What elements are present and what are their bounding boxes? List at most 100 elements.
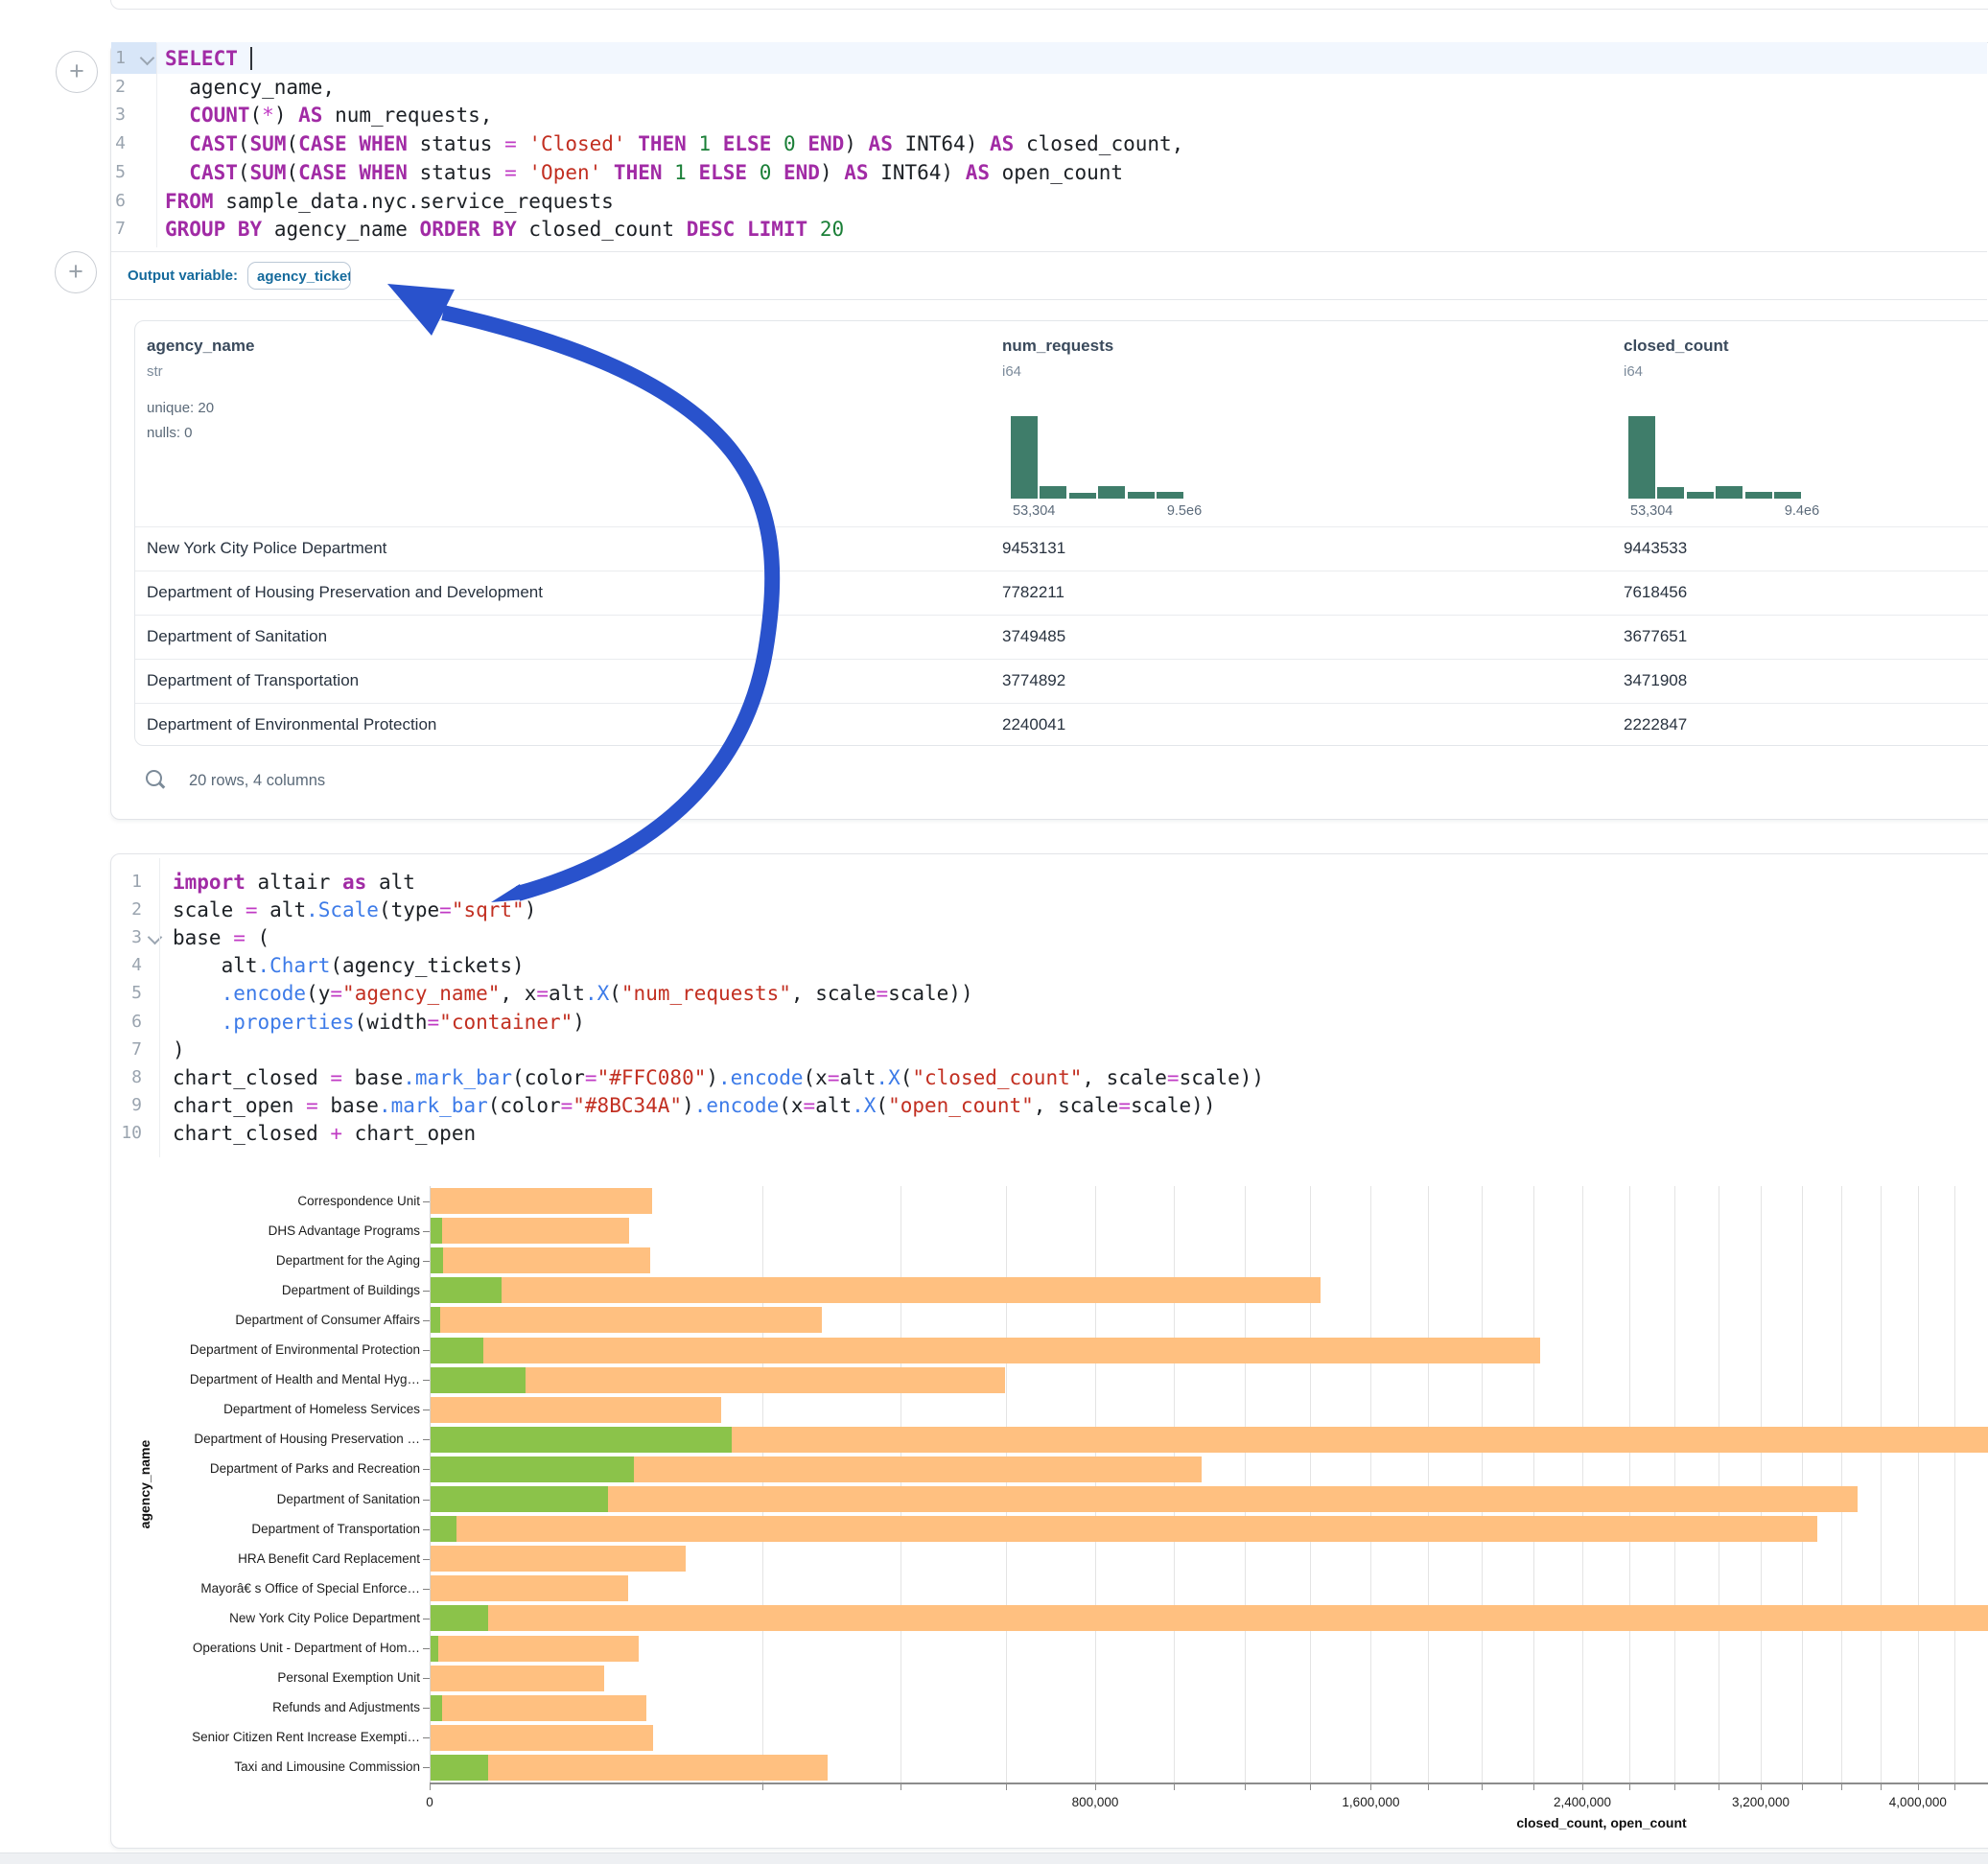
gridline [1006,1186,1007,1782]
bar-open-count[interactable] [431,1427,732,1453]
code-line[interactable]: chart_closed = base.mark_bar(color="#FFC… [173,1064,1264,1092]
x-axis-tick [1881,1784,1882,1790]
code-line[interactable]: chart_closed + chart_open [173,1120,476,1148]
cell-agency-name: Department of Transportation [147,671,359,690]
bar-closed-count[interactable] [431,1725,653,1751]
y-axis-line [430,1186,431,1782]
histogram-bar [1745,492,1772,499]
bar-open-count[interactable] [431,1456,634,1482]
bar-closed-count[interactable] [431,1605,1988,1631]
bar-open-count[interactable] [431,1277,502,1303]
gutter-divider [159,858,160,1157]
bar-closed-count[interactable] [431,1695,646,1721]
bar-open-count[interactable] [431,1695,442,1721]
bar-closed-count[interactable] [431,1516,1817,1542]
table-row[interactable]: Department of Transportation377489234719… [135,659,1988,703]
x-axis-tick [1370,1784,1371,1790]
table-row[interactable]: Department of Housing Preservation and D… [135,571,1988,615]
x-axis-tick-label: 1,600,000 [1294,1795,1447,1809]
y-axis-label: Department of Health and Mental Hyg… [58,1372,420,1386]
y-axis-tick [423,1469,430,1470]
x-axis-tick [1310,1784,1311,1790]
y-axis-tick [423,1678,430,1679]
line-number: 4 [104,955,142,975]
bar-open-count[interactable] [431,1486,608,1512]
table-row[interactable]: Department of Environmental Protection22… [135,703,1988,746]
code-line[interactable]: scale = alt.Scale(type="sqrt") [173,897,536,924]
y-axis-tick [423,1439,430,1440]
code-line[interactable]: SELECT [165,45,252,74]
line-number: 3 [104,927,142,947]
code-line[interactable]: .properties(width="container") [173,1009,585,1037]
bar-open-count[interactable] [431,1338,483,1363]
histogram-bar [1011,416,1038,499]
altair-bar-chart: closed_count, open_count agency_name 080… [0,1179,1988,1846]
code-line[interactable]: CAST(SUM(CASE WHEN status = 'Closed' THE… [165,130,1183,159]
bar-open-count[interactable] [431,1636,438,1662]
cell-closed-count: 3677651 [1624,627,1687,646]
gridline [1582,1186,1583,1782]
line-number: 8 [104,1067,142,1087]
x-axis-tick [1174,1784,1175,1790]
bar-closed-count[interactable] [431,1338,1540,1363]
y-axis-label: New York City Police Department [58,1611,420,1625]
bar-closed-count[interactable] [431,1666,604,1691]
bar-open-count[interactable] [431,1367,526,1393]
x-axis-tick [1954,1784,1955,1790]
table-row[interactable]: Department of Sanitation37494853677651 [135,615,1988,659]
cell-closed-count: 7618456 [1624,583,1687,602]
code-line[interactable]: FROM sample_data.nyc.service_requests [165,188,614,217]
bar-closed-count[interactable] [431,1307,822,1333]
gridline [1881,1186,1882,1782]
code-line[interactable]: GROUP BY agency_name ORDER BY closed_cou… [165,216,844,245]
code-line[interactable]: base = ( [173,924,269,952]
code-line[interactable]: .encode(y="agency_name", x=alt.X("num_re… [173,980,973,1008]
output-variable-pill[interactable]: agency_tickets [247,262,351,290]
gridline [1761,1186,1762,1782]
cell-agency-name: Department of Environmental Protection [147,715,436,734]
x-axis-tick [1918,1784,1919,1790]
gridline [900,1186,901,1782]
bar-open-count[interactable] [431,1218,442,1244]
table-row[interactable]: New York City Police Department945313194… [135,526,1988,571]
bar-closed-count[interactable] [431,1397,721,1423]
add-cell-button-output[interactable]: + [55,251,97,293]
bar-closed-count[interactable] [431,1755,828,1781]
bar-closed-count[interactable] [431,1247,650,1273]
line-number: 9 [104,1095,142,1115]
code-line[interactable]: alt.Chart(agency_tickets) [173,952,525,980]
add-cell-button-top[interactable]: + [56,51,98,93]
x-axis-tick [1629,1784,1630,1790]
histogram-bar [1628,416,1655,499]
line-number: 2 [99,77,126,97]
bar-closed-count[interactable] [431,1546,686,1572]
gutter-divider [156,43,157,247]
code-line[interactable]: import altair as alt [173,869,415,897]
code-line[interactable]: agency_name, [165,74,335,103]
code-line[interactable]: CAST(SUM(CASE WHEN status = 'Open' THEN … [165,159,1123,188]
y-axis-label: DHS Advantage Programs [58,1223,420,1238]
bar-closed-count[interactable] [431,1218,629,1244]
y-axis-label: Department of Consumer Affairs [58,1313,420,1327]
bar-open-count[interactable] [431,1247,443,1273]
line-number: 7 [99,219,126,239]
bar-closed-count[interactable] [431,1486,1858,1512]
bar-closed-count[interactable] [431,1575,628,1601]
bar-open-count[interactable] [431,1516,456,1542]
cell-agency-name: New York City Police Department [147,539,386,558]
gridline [1954,1186,1955,1782]
line-number: 5 [104,983,142,1003]
bar-open-count[interactable] [431,1605,488,1631]
gridline [1095,1186,1096,1782]
code-line[interactable]: chart_open = base.mark_bar(color="#8BC34… [173,1092,1215,1120]
bar-open-count[interactable] [431,1307,440,1333]
bar-closed-count[interactable] [431,1277,1321,1303]
code-line[interactable]: COUNT(*) AS num_requests, [165,102,492,130]
y-axis-label: Department of Housing Preservation … [58,1432,420,1446]
bar-open-count[interactable] [431,1755,488,1781]
bar-closed-count[interactable] [431,1188,652,1214]
code-line[interactable]: ) [173,1037,185,1064]
gridline [762,1186,763,1782]
y-axis-label: Department for the Aging [58,1253,420,1268]
bar-closed-count[interactable] [431,1636,639,1662]
